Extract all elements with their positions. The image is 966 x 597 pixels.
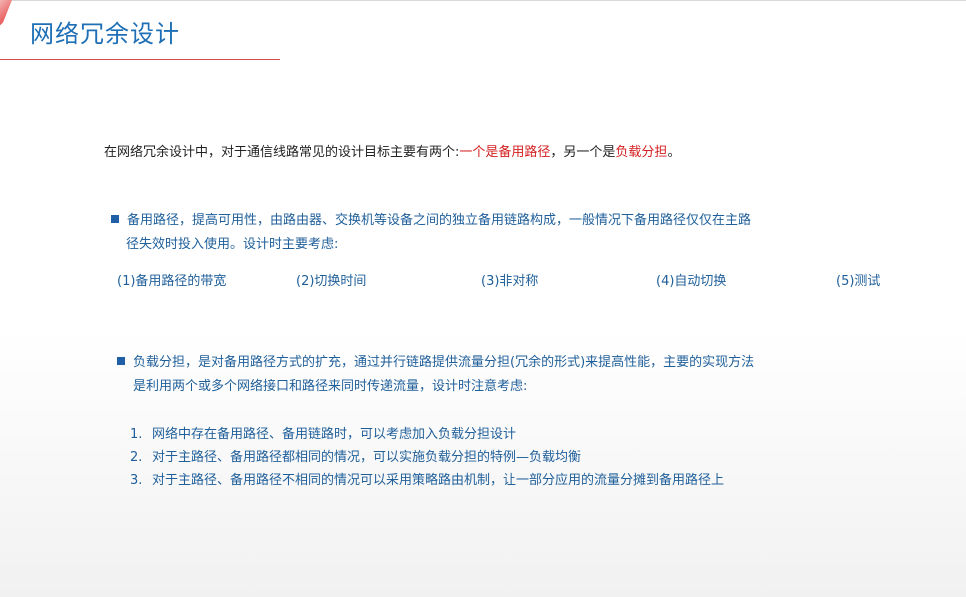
corner-accent-decoration (0, 0, 12, 30)
factor-bandwidth: (1)备用路径的带宽 (117, 274, 227, 289)
square-bullet-icon (111, 215, 119, 223)
factor-testing: (5)测试 (836, 274, 881, 289)
bullet-load-sharing: 负载分担，是对备用路径方式的扩充，通过并行链路提供流量分担(冗余的形式)来提高性… (117, 351, 877, 399)
list-item: 1. 网络中存在备用路径、备用链路时，可以考虑加入负载分担设计 (130, 427, 517, 442)
bullet-backup-line2: 径失效时投入使用。设计时主要考虑: (126, 237, 339, 252)
intro-goal-load-sharing: 负载分担 (615, 145, 668, 160)
intro-suffix: 。 (667, 145, 681, 160)
factor-auto-switch: (4)自动切换 (656, 274, 727, 289)
list-item: 3. 对于主路径、备用路径不相同的情况可以采用策略路由机制，让一部分应用的流量分摊… (130, 473, 725, 488)
square-bullet-icon (117, 357, 125, 365)
bullet-backup-line1: 备用路径，提高可用性，由路由器、交换机等设备之间的独立备用链路构成，一般情况下备… (127, 213, 752, 228)
intro-paragraph: 在网络冗余设计中，对于通信线路常见的设计目标主要有两个:一个是备用路径，另一个是… (104, 141, 680, 160)
factor-switch-time: (2)切换时间 (296, 274, 367, 289)
slide-title: 网络冗余设计 (30, 20, 180, 48)
bullet-backup-path: 备用路径，提高可用性，由路由器、交换机等设备之间的独立备用链路构成，一般情况下备… (111, 209, 871, 257)
intro-goal-backup-path: 一个是备用路径 (459, 145, 551, 160)
bullet-load-line1: 负载分担，是对备用路径方式的扩充，通过并行链路提供流量分担(冗余的形式)来提高性… (133, 355, 755, 370)
intro-middle: ，另一个是 (550, 145, 616, 160)
factor-asymmetric: (3)非对称 (481, 274, 539, 289)
bullet-load-line2: 是利用两个或多个网络接口和路径来同时传递流量，设计时注意考虑: (133, 379, 528, 394)
load-sharing-steps-list: 1. 网络中存在备用路径、备用链路时，可以考虑加入负载分担设计 2. 对于主路径、备… (130, 423, 724, 492)
slide-top-border (0, 0, 966, 1)
title-underline (0, 59, 280, 60)
intro-prefix: 在网络冗余设计中，对于通信线路常见的设计目标主要有两个: (104, 145, 460, 160)
list-item: 2. 对于主路径、备用路径都相同的情况，可以实施负载分担的特例—负载均衡 (130, 450, 582, 465)
